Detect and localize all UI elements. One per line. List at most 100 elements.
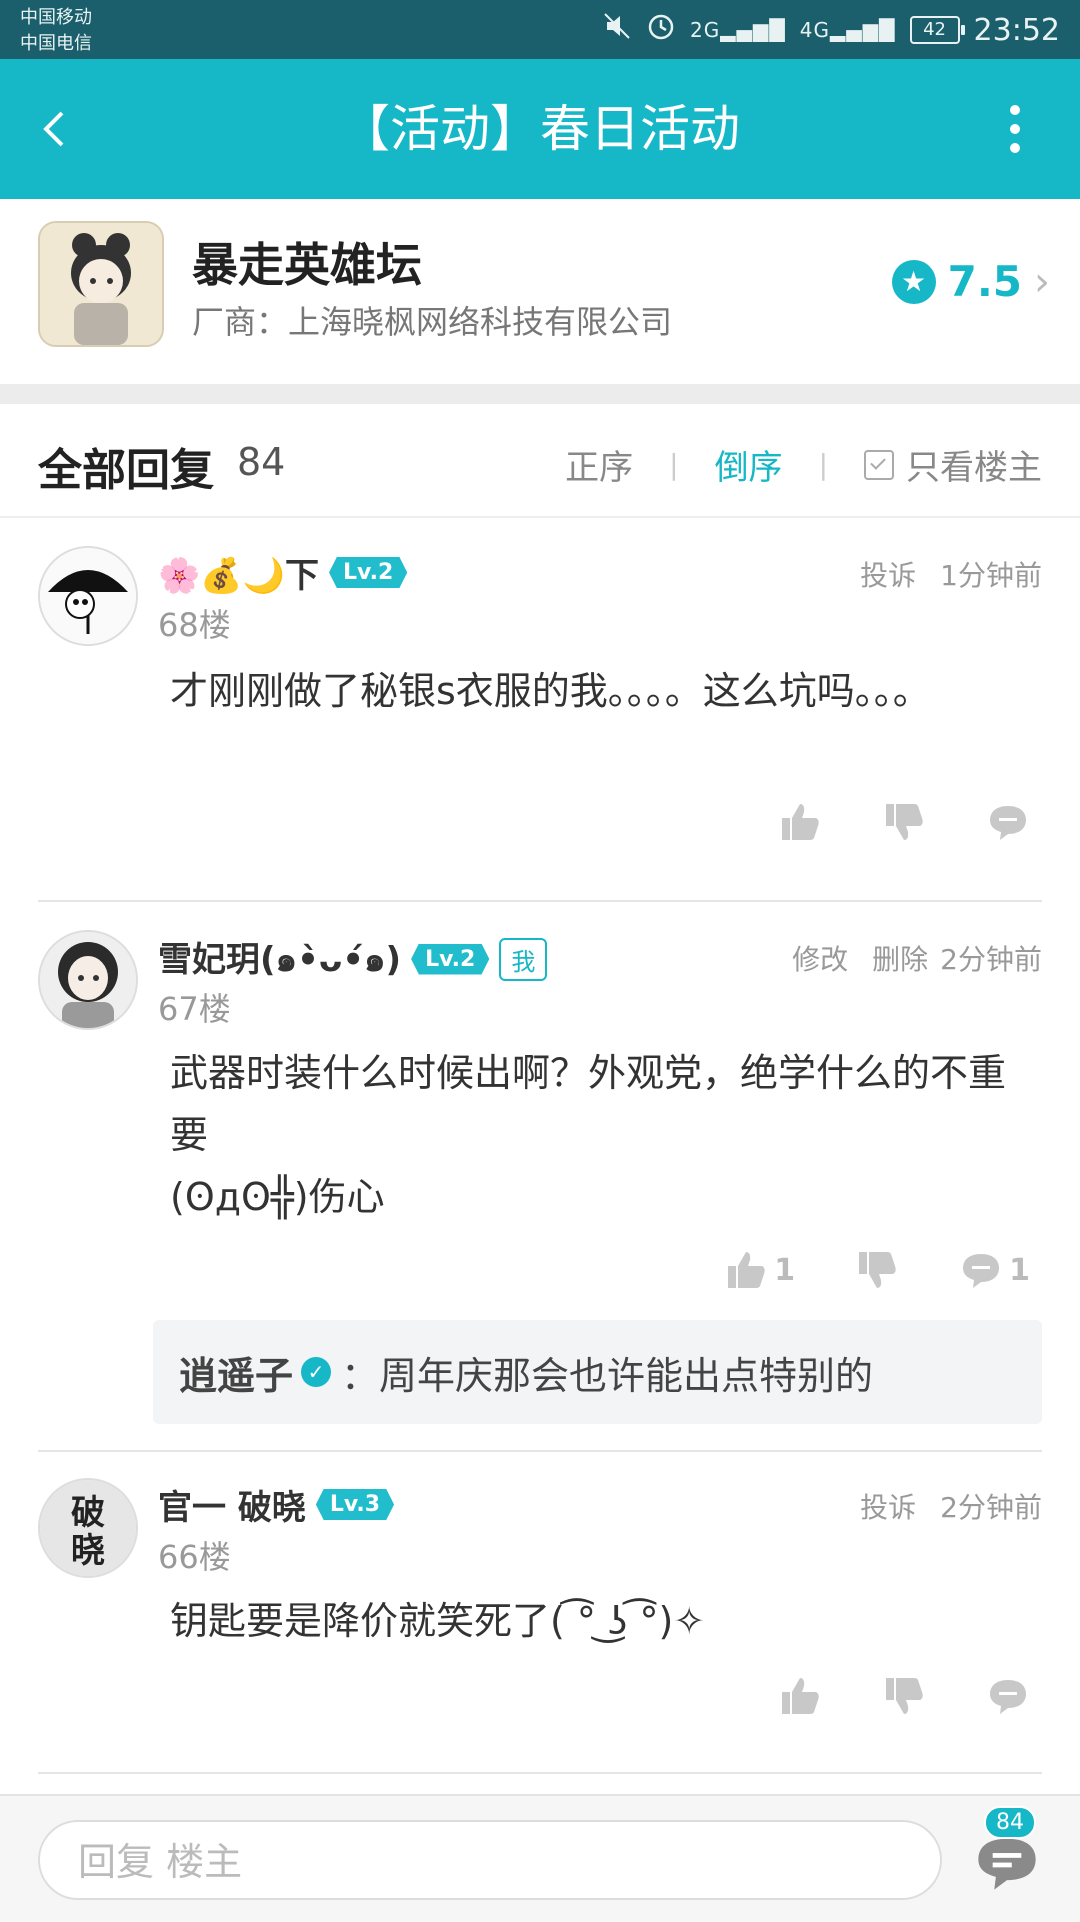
username[interactable]: 官一 破晓	[158, 1480, 306, 1529]
replies-title: 全部回复	[38, 445, 214, 496]
floor-number: 68楼	[158, 606, 231, 644]
back-button[interactable]	[20, 94, 90, 164]
game-rating[interactable]: ★ 7.5 ›	[891, 257, 1050, 306]
battery-icon: 42	[909, 16, 965, 44]
speech-bubble-icon	[990, 806, 1026, 840]
comment-text: 武器时装什么时候出啊？外观党，绝学什么的不重要 (ʘдʘ╬)伤心	[170, 1051, 1007, 1219]
sort-options: 正序 | 倒序 | 只看楼主	[565, 440, 1042, 489]
svg-text:破: 破	[71, 1493, 105, 1533]
sub-reply[interactable]: 逍遥子 ✓ ：周年庆那会也许能出点特别的	[153, 1320, 1042, 1424]
carrier-1: 中国移动	[20, 7, 92, 28]
game-info-card[interactable]: 暴走英雄坛 厂商：上海晓枫网络科技有限公司 ★ 7.5 ›	[0, 199, 1080, 384]
sort-separator: |	[818, 448, 828, 481]
more-dot-icon	[1010, 143, 1020, 153]
signal-icon-1: 2G▂▄▆█	[690, 18, 786, 42]
speech-bubble-icon	[990, 1680, 1026, 1714]
carrier-info: 中国移动 中国电信	[20, 5, 92, 57]
comment-actions: 1 1	[724, 1248, 1030, 1292]
network-type-2: 4G	[799, 18, 830, 42]
sort-asc-button[interactable]: 正序	[565, 440, 633, 489]
dislike-button[interactable]	[855, 1248, 899, 1292]
comment-count: 1	[1009, 1252, 1030, 1288]
comment-item: 雪妃玥(๑•̀ᴗ•́๑) Lv.2 我 67楼 修改 删除 2分钟前 武器时装什…	[0, 904, 1080, 1454]
comment-divider	[38, 1772, 1042, 1774]
like-button[interactable]	[778, 800, 822, 844]
sub-reply-author[interactable]: 逍遥子	[179, 1345, 293, 1400]
reply-count-badge: 84	[984, 1806, 1036, 1839]
level-badge: Lv.3	[315, 1489, 395, 1520]
comment-button[interactable]	[986, 800, 1030, 844]
clock: 23:52	[973, 12, 1060, 48]
thumbs-down-icon	[859, 1252, 896, 1288]
username[interactable]: 🌸💰🌙下	[158, 548, 319, 597]
comment-divider	[38, 1450, 1042, 1452]
thumbs-up-icon	[728, 1252, 765, 1288]
comment-time: 1分钟前	[940, 559, 1042, 592]
level-badge: Lv.2	[411, 943, 490, 975]
edit-button[interactable]: 修改	[792, 938, 848, 978]
back-arrow-icon	[43, 111, 64, 147]
status-bar: 中国移动 中国电信 2G▂▄▆█ 4G▂▄▆█ 42 23:52	[0, 0, 1080, 59]
comment-time: 2分钟前	[940, 1491, 1042, 1524]
like-count: 1	[774, 1252, 796, 1288]
thumbs-up-icon	[782, 1678, 819, 1714]
svg-text:晓: 晓	[71, 1531, 105, 1571]
network-type-1: 2G	[690, 18, 721, 42]
comment-actions	[778, 800, 1030, 844]
thumbs-down-icon	[886, 804, 923, 840]
sort-desc-button[interactable]: 倒序	[715, 440, 783, 489]
floor-number: 66楼	[158, 1538, 231, 1576]
comment-time: 2分钟前	[940, 943, 1042, 976]
comment-button[interactable]: 1	[959, 1248, 1030, 1292]
comment-username-row: 🌸💰🌙下 Lv.2	[158, 548, 408, 597]
signal-icon-2: 4G▂▄▆█	[799, 18, 896, 42]
speech-bubble-icon	[963, 1254, 1000, 1288]
comment-button[interactable]	[986, 1674, 1030, 1718]
avatar[interactable]	[38, 930, 138, 1030]
like-button[interactable]	[778, 1674, 822, 1718]
alarm-icon	[646, 11, 676, 49]
username[interactable]: 雪妃玥(๑•̀ᴗ•́๑)	[158, 932, 401, 986]
more-dot-icon	[1010, 124, 1020, 134]
delete-button[interactable]: 删除	[872, 938, 928, 978]
status-icons: 2G▂▄▆█ 4G▂▄▆█ 42 23:52	[602, 10, 1060, 50]
reply-input[interactable]: 回复 楼主	[38, 1820, 942, 1900]
more-options-button[interactable]	[990, 99, 1040, 159]
dislike-button[interactable]	[882, 1674, 926, 1718]
game-name: 暴走英雄坛	[192, 238, 422, 292]
comment-divider	[38, 900, 1042, 902]
report-button[interactable]: 投诉	[860, 1486, 916, 1526]
like-button[interactable]: 1	[724, 1248, 795, 1292]
avatar[interactable]: 破 晓	[38, 1478, 138, 1578]
game-avatar	[38, 221, 164, 347]
section-divider	[0, 384, 1080, 404]
comment-actions	[778, 1674, 1030, 1718]
page-title: 【活动】春日活动	[340, 100, 740, 158]
thumbs-down-icon	[886, 1678, 923, 1714]
comment-text: 钥匙要是降价就笑死了( ͡° ͜ʖ ͡°)✧	[170, 1599, 706, 1643]
thumbs-up-icon	[782, 804, 819, 840]
comment-meta: 投诉 1分钟前	[860, 554, 1042, 594]
only-op-toggle[interactable]: 只看楼主	[864, 440, 1042, 489]
comment-item: 破 晓 官一 破晓 Lv.3 66楼 投诉 2分钟前 钥匙要是降价就笑死了( ͡…	[0, 1454, 1080, 1774]
level-badge: Lv.2	[329, 557, 408, 588]
dislike-button[interactable]	[882, 800, 926, 844]
rating-value: 7.5	[947, 257, 1022, 306]
checkbox-icon	[864, 449, 894, 480]
verified-icon: ✓	[301, 1357, 332, 1387]
comment-meta: 投诉 2分钟前	[860, 1486, 1042, 1526]
report-button[interactable]: 投诉	[860, 554, 916, 594]
comment-text: 才刚刚做了秘银s衣服的我。。。。这么坑吗。。。	[170, 669, 931, 713]
sub-reply-text: ：周年庆那会也许能出点特别的	[341, 1353, 874, 1398]
view-replies-button[interactable]: 84	[972, 1806, 1042, 1896]
comment-item: 🌸💰🌙下 Lv.2 68楼 投诉 1分钟前 才刚刚做了秘银s衣服的我。。。。这么…	[0, 518, 1080, 904]
avatar[interactable]	[38, 546, 138, 646]
carrier-2: 中国电信	[20, 33, 92, 54]
star-icon: ★	[891, 259, 936, 304]
comment-meta: 修改 删除 2分钟前	[792, 938, 1042, 978]
more-dot-icon	[1010, 105, 1020, 115]
chevron-right-icon: ›	[1034, 258, 1050, 305]
mute-icon	[602, 11, 632, 49]
bottom-reply-bar: 回复 楼主 84	[0, 1794, 1080, 1922]
only-op-label: 只看楼主	[906, 448, 1042, 488]
